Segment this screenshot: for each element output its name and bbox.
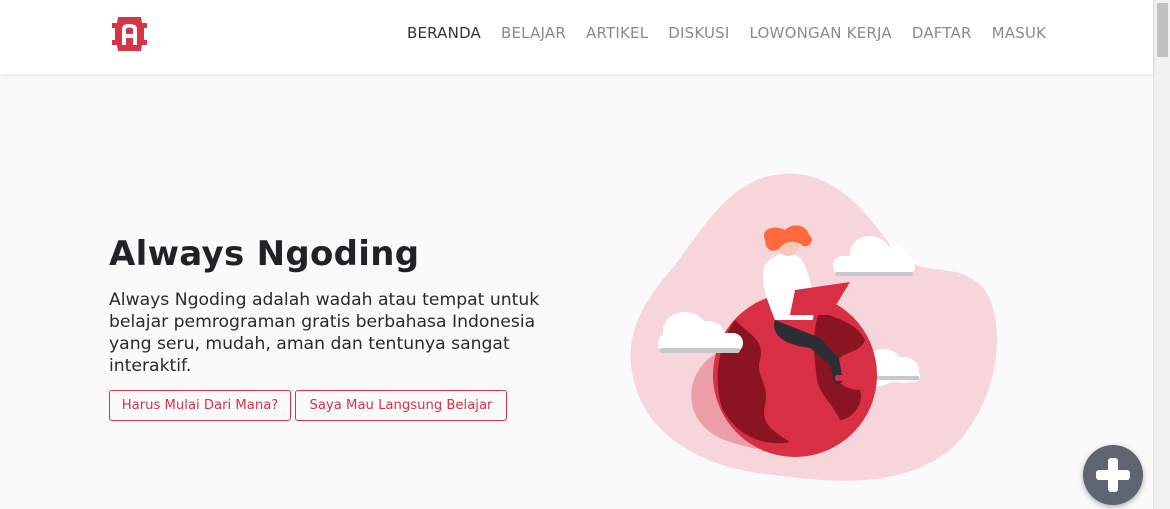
nav-link-daftar[interactable]: DAFTAR [902, 22, 982, 44]
nav-link-diskusi[interactable]: DISKUSI [658, 22, 739, 44]
page-scrollbar[interactable] [1153, 0, 1170, 509]
hero-title: Always Ngoding [109, 234, 420, 274]
navbar: BERANDA BELAJAR ARTIKEL DISKUSI LOWONGAN… [0, 0, 1153, 74]
scrollbar-thumb[interactable] [1157, 3, 1168, 57]
start-guide-button[interactable]: Harus Mulai Dari Mana? [109, 390, 291, 421]
hero-description: Always Ngoding adalah wadah atau tempat … [109, 290, 540, 376]
plus-icon [1096, 458, 1130, 492]
nav-link-artikel[interactable]: ARTIKEL [576, 22, 658, 44]
hero-illustration [625, 170, 1005, 490]
logo-icon[interactable] [109, 15, 150, 53]
add-fab-button[interactable] [1083, 445, 1143, 505]
nav-link-belajar[interactable]: BELAJAR [491, 22, 576, 44]
nav-link-lowongan-kerja[interactable]: LOWONGAN KERJA [740, 22, 902, 44]
nav-link-masuk[interactable]: MASUK [982, 22, 1057, 44]
nav-menu: BERANDA BELAJAR ARTIKEL DISKUSI LOWONGAN… [397, 22, 1056, 44]
page: BERANDA BELAJAR ARTIKEL DISKUSI LOWONGAN… [0, 0, 1170, 509]
start-learning-button[interactable]: Saya Mau Langsung Belajar [295, 390, 507, 421]
nav-link-beranda[interactable]: BERANDA [397, 22, 491, 44]
